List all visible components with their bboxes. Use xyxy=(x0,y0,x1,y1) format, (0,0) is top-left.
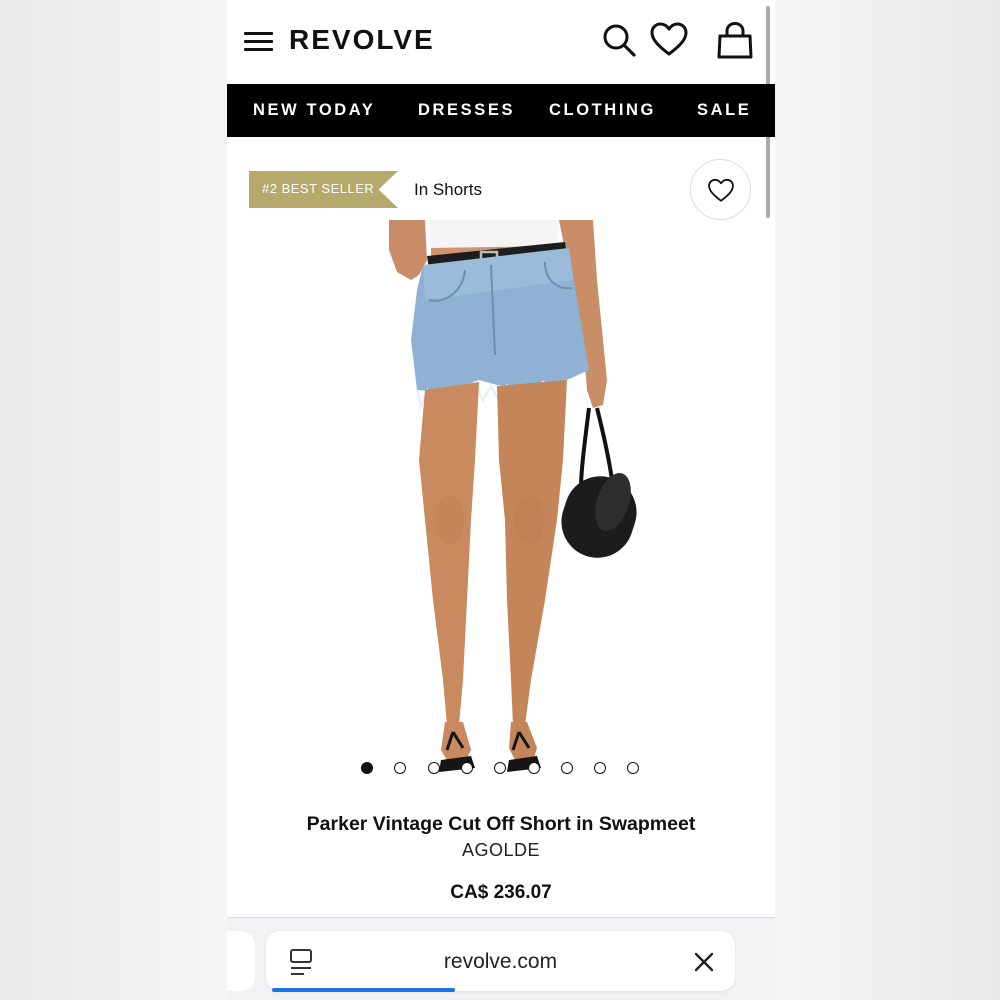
carousel-dot[interactable] xyxy=(460,762,473,774)
carousel-dot[interactable] xyxy=(560,762,573,774)
carousel-dot[interactable] xyxy=(494,762,507,774)
heart-icon[interactable] xyxy=(649,20,689,60)
background-left xyxy=(0,0,227,1000)
carousel-dot[interactable] xyxy=(527,762,540,774)
address-bar[interactable]: revolve.com xyxy=(266,931,735,991)
nav-item-clothing[interactable]: CLOTHING xyxy=(549,101,656,120)
heart-icon xyxy=(708,178,734,202)
category-nav: NEW TODAY DRESSES CLOTHING SALE xyxy=(227,84,775,137)
search-icon[interactable] xyxy=(599,20,639,60)
carousel-dot[interactable] xyxy=(594,762,607,774)
site-logo[interactable]: REVOLVE xyxy=(289,24,435,56)
product-price: CA$ 236.07 xyxy=(450,882,552,903)
phone-screen: REVOLVE NEW TODAY DRESSES CLOTHING SALE … xyxy=(227,0,775,1000)
carousel-dot[interactable] xyxy=(627,762,640,774)
best-seller-badge: #2 BEST SELLER xyxy=(249,171,398,208)
background-right xyxy=(775,0,1000,1000)
product-image[interactable] xyxy=(367,220,775,780)
menu-icon[interactable] xyxy=(244,32,273,52)
nav-item-sale[interactable]: SALE xyxy=(697,101,751,120)
nav-item-new-today[interactable]: NEW TODAY xyxy=(253,101,375,120)
carousel-dot[interactable] xyxy=(427,762,440,774)
product-title: Parker Vintage Cut Off Short in Swapmeet xyxy=(306,813,696,835)
page-load-progress xyxy=(272,988,455,992)
nav-item-dresses[interactable]: DRESSES xyxy=(418,101,515,120)
url-text: revolve.com xyxy=(443,950,558,973)
wishlist-button[interactable] xyxy=(690,159,751,220)
carousel-dot[interactable] xyxy=(394,762,407,774)
product-brand[interactable]: AGOLDE xyxy=(227,840,775,861)
carousel-dot[interactable] xyxy=(361,762,373,774)
image-carousel-dots xyxy=(361,762,651,776)
site-header: REVOLVE xyxy=(227,0,775,84)
category-link[interactable]: In Shorts xyxy=(414,180,482,200)
close-icon[interactable] xyxy=(693,951,715,973)
previous-tab-preview[interactable] xyxy=(227,931,255,991)
shopping-bag-icon[interactable] xyxy=(715,20,755,60)
